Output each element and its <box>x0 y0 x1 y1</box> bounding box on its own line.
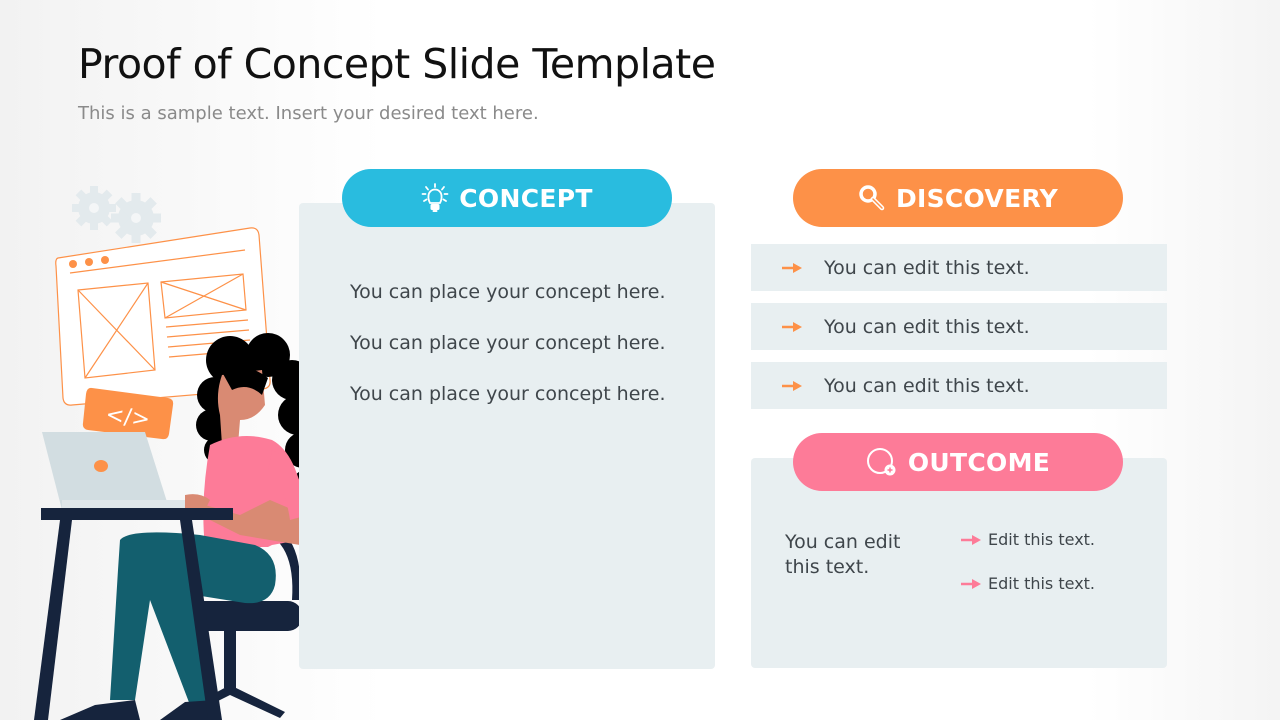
arrow-right-icon <box>782 380 802 391</box>
discovery-header: DISCOVERY <box>793 169 1123 227</box>
arrow-right-icon <box>782 262 802 273</box>
discovery-item: You can edit this text. <box>751 362 1167 409</box>
arrow-right-icon <box>782 321 802 332</box>
outcome-bullet: Edit this text. <box>960 574 1095 593</box>
magnifier-icon <box>859 185 885 211</box>
concept-label: CONCEPT <box>459 183 593 213</box>
slide-title: Proof of Concept Slide Template <box>78 40 716 88</box>
outcome-label: OUTCOME <box>907 447 1051 477</box>
gear-icon <box>72 186 116 230</box>
outcome-bullet-text[interactable]: Edit this text. <box>988 530 1095 549</box>
slide-subtitle: This is a sample text. Insert your desir… <box>78 103 539 124</box>
lightbulb-icon <box>421 183 449 212</box>
woman-at-desk-illustration: </> <box>34 186 324 720</box>
svg-text:</>: </> <box>104 402 151 432</box>
discovery-item-text[interactable]: You can edit this text. <box>824 316 1030 338</box>
discovery-item-text[interactable]: You can edit this text. <box>824 257 1030 279</box>
arrow-right-icon <box>961 578 981 589</box>
outcome-bullet-text[interactable]: Edit this text. <box>988 574 1095 593</box>
concept-text-line[interactable]: You can place your concept here. <box>350 280 666 331</box>
concept-header: CONCEPT <box>342 169 672 227</box>
concept-text-list: You can place your concept here. You can… <box>350 280 666 433</box>
gear-icon <box>111 193 161 243</box>
concept-text-line[interactable]: You can place your concept here. <box>350 382 666 433</box>
discovery-label: DISCOVERY <box>895 183 1059 213</box>
discovery-item: You can edit this text. <box>751 303 1167 350</box>
outcome-header: OUTCOME <box>793 433 1123 491</box>
discovery-item-text[interactable]: You can edit this text. <box>824 375 1030 397</box>
concept-text-line[interactable]: You can place your concept here. <box>350 331 666 382</box>
concept-card <box>299 203 715 669</box>
outcome-main-text[interactable]: You can edit this text. <box>785 530 935 580</box>
circle-plus-icon <box>866 448 896 476</box>
discovery-item: You can edit this text. <box>751 244 1167 291</box>
arrow-right-icon <box>961 534 981 545</box>
outcome-bullet: Edit this text. <box>960 530 1095 549</box>
laptop-icon <box>42 432 202 510</box>
